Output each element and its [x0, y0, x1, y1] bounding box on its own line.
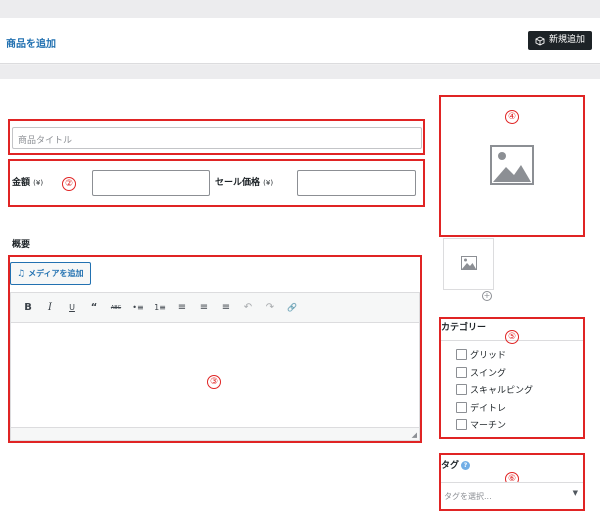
- category-item[interactable]: グリッド: [456, 346, 533, 364]
- price-label: 金額 (¥): [12, 178, 44, 188]
- strikethrough-button[interactable]: ABC: [105, 305, 127, 311]
- top-strip: [0, 0, 600, 18]
- underline-button[interactable]: U: [61, 303, 83, 312]
- media-icon: ♫: [17, 268, 26, 279]
- sale-price-input[interactable]: [297, 170, 416, 196]
- category-list: グリッド スイング スキャルピング デイトレ マーチン: [456, 346, 533, 434]
- numbered-list-button[interactable]: 1≡: [149, 303, 171, 312]
- product-title-input[interactable]: 商品タイトル: [12, 127, 422, 149]
- align-left-button[interactable]: ≡: [171, 302, 193, 313]
- category-checkbox[interactable]: [456, 401, 467, 413]
- marker-3: ③: [207, 375, 221, 389]
- category-item-label: デイトレ: [470, 403, 507, 414]
- page-title: 商品を追加: [6, 39, 56, 50]
- product-title-placeholder: 商品タイトル: [18, 136, 73, 146]
- marker-4: ④: [505, 110, 519, 124]
- category-item[interactable]: スイング: [456, 364, 533, 382]
- cube-icon: [535, 35, 545, 46]
- category-item[interactable]: スキャルピング: [456, 381, 533, 399]
- editor-toolbar: B I U “ ABC •≡ 1≡ ≡ ≡ ≡ ↶ ↷ 🔗: [10, 292, 420, 323]
- add-gallery-image-icon[interactable]: +: [482, 291, 492, 301]
- category-item-label: マーチン: [470, 421, 507, 432]
- align-center-button[interactable]: ≡: [193, 302, 215, 313]
- bold-button[interactable]: B: [17, 302, 39, 313]
- add-new-button[interactable]: 新規追加: [527, 31, 592, 50]
- category-checkbox[interactable]: [456, 349, 467, 361]
- category-checkbox[interactable]: [456, 419, 467, 431]
- category-checkbox[interactable]: [456, 384, 467, 396]
- marker-2: ②: [62, 177, 76, 191]
- editor-status-bar: ◢: [10, 428, 420, 441]
- gallery-thumbnail[interactable]: [443, 238, 494, 290]
- page-header: 商品を追加 新規追加: [0, 18, 600, 64]
- category-item[interactable]: マーチン: [456, 416, 533, 434]
- italic-button[interactable]: I: [39, 302, 61, 313]
- resize-handle-icon[interactable]: ◢: [412, 431, 417, 439]
- category-label: カテゴリー: [441, 323, 487, 333]
- gray-divider: [0, 65, 600, 79]
- redo-button[interactable]: ↷: [259, 302, 281, 313]
- blockquote-button[interactable]: “: [83, 302, 105, 313]
- marker-5: ⑤: [505, 330, 519, 344]
- chevron-down-icon: ▼: [572, 489, 578, 497]
- category-item-label: グリッド: [470, 351, 507, 362]
- add-media-button[interactable]: ♫ メディアを追加: [10, 262, 91, 285]
- product-image-placeholder-icon[interactable]: [490, 145, 534, 185]
- tag-placeholder: タグを選択...: [444, 492, 492, 501]
- undo-button[interactable]: ↶: [237, 302, 259, 313]
- category-checkbox[interactable]: [456, 366, 467, 378]
- tag-label: タグ?: [441, 458, 471, 471]
- help-icon[interactable]: ?: [461, 461, 471, 470]
- gallery-image-icon: [461, 256, 477, 270]
- category-item-label: スイング: [470, 368, 507, 379]
- sale-price-label: セール価格 (¥): [215, 178, 274, 188]
- category-item[interactable]: デイトレ: [456, 399, 533, 417]
- add-new-label: 新規追加: [548, 35, 585, 45]
- category-item-label: スキャルピング: [470, 386, 534, 397]
- link-button[interactable]: 🔗: [281, 303, 303, 312]
- align-right-button[interactable]: ≡: [215, 302, 237, 313]
- price-input[interactable]: [92, 170, 210, 196]
- tag-select[interactable]: タグを選択... ▼: [441, 482, 583, 508]
- description-label: 概要: [12, 240, 31, 250]
- add-media-label: メディアを追加: [28, 269, 84, 278]
- bullet-list-button[interactable]: •≡: [127, 303, 149, 312]
